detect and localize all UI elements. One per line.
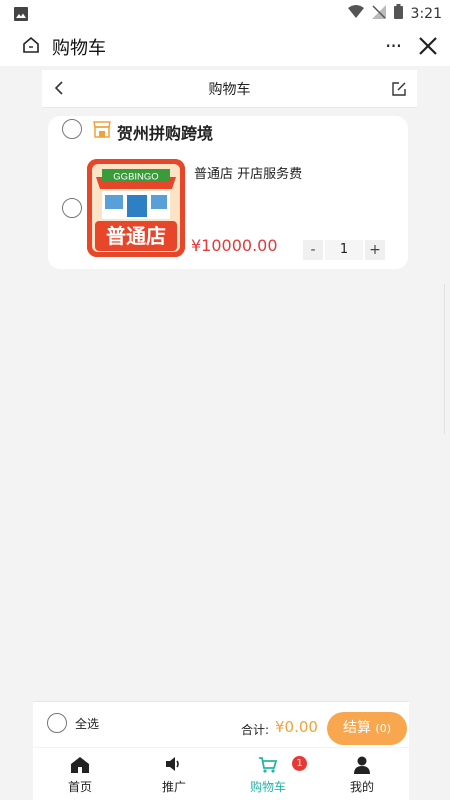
checkout-label: 结算 — [342, 720, 371, 736]
user-icon — [315, 756, 409, 774]
home-outline-icon[interactable] — [22, 36, 40, 58]
checkout-button[interactable]: 结算 (0) — [327, 712, 407, 745]
select-all-radio[interactable] — [47, 713, 67, 733]
more-options-icon[interactable]: ··· — [385, 36, 402, 56]
store-name: 贺州拼购跨境 — [117, 124, 214, 143]
select-all-label[interactable]: 全选 — [75, 715, 99, 732]
page-header: 购物车 — [42, 70, 417, 108]
edit-icon[interactable] — [391, 81, 407, 101]
wifi-icon — [347, 4, 364, 23]
store-icon — [93, 120, 111, 142]
battery-icon — [393, 4, 403, 23]
cart-store-card: 贺州拼购跨境 GGBINGO 普通店 普通店 开店服务费 ¥10000.00 -… — [48, 116, 408, 269]
total-label: 合计: — [241, 723, 270, 737]
tab-mine[interactable]: 我的 — [315, 748, 409, 800]
speaker-icon — [127, 756, 221, 772]
increase-quantity-button[interactable]: + — [365, 240, 385, 260]
status-bar: 3:21 — [0, 0, 450, 28]
close-icon[interactable] — [418, 36, 438, 60]
quantity-stepper: - 1 + — [303, 240, 385, 260]
image-sign-text: GGBINGO — [113, 172, 158, 183]
no-signal-icon — [371, 4, 386, 23]
tab-mine-label: 我的 — [349, 780, 374, 794]
tab-cart-label: 购物车 — [249, 780, 286, 794]
tab-bar: 首页 推广 购物车 1 我的 — [33, 748, 409, 800]
decrease-quantity-button[interactable]: - — [303, 240, 323, 260]
tab-promote-label: 推广 — [161, 780, 186, 794]
cart-count-badge: 1 — [292, 756, 307, 771]
app-bar: 购物车 ··· — [0, 28, 450, 66]
image-icon — [14, 6, 28, 25]
tab-home[interactable]: 首页 — [33, 748, 127, 800]
checkout-bar: 全选 合计: ¥0.00 结算 (0) — [33, 701, 409, 747]
item-select-radio[interactable] — [62, 198, 82, 218]
store-select-radio[interactable] — [62, 119, 82, 139]
page-title: 购物车 — [208, 82, 251, 98]
product-price: ¥10000.00 — [191, 236, 278, 255]
total-value: ¥0.00 — [275, 718, 318, 736]
status-time: 3:21 — [410, 5, 442, 22]
home-icon — [33, 756, 127, 774]
tab-home-label: 首页 — [67, 780, 92, 794]
app-title: 购物车 — [52, 38, 106, 59]
scroll-edge — [444, 284, 450, 434]
tab-promote[interactable]: 推广 — [127, 748, 221, 800]
product-title[interactable]: 普通店 开店服务费 — [194, 163, 302, 182]
image-store-type-text: 普通店 — [106, 224, 166, 248]
product-image[interactable]: GGBINGO 普通店 — [87, 159, 185, 257]
quantity-value[interactable]: 1 — [325, 240, 363, 260]
checkout-count: (0) — [375, 722, 392, 735]
